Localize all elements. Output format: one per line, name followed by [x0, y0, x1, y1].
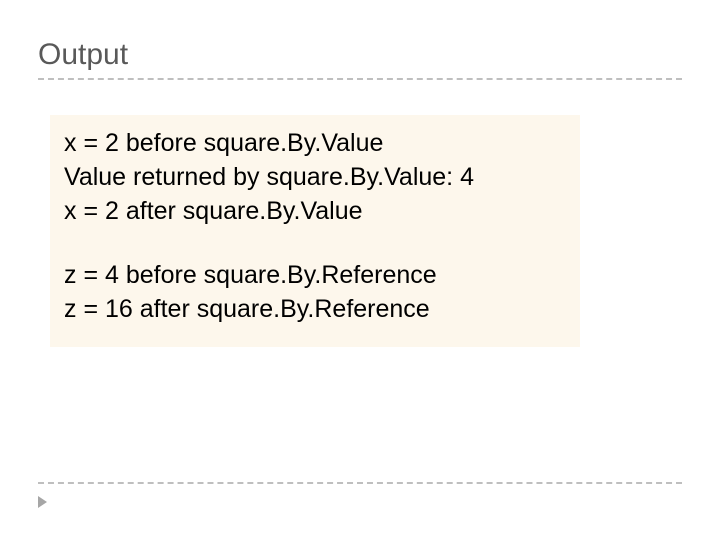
footer-divider [38, 482, 682, 484]
title-block: Output [38, 38, 682, 80]
slide: Output x = 2 before square.By.Value Valu… [0, 0, 720, 540]
output-line: z = 16 after square.By.Reference [64, 293, 566, 325]
output-line: x = 2 after square.By.Value [64, 195, 566, 227]
slide-title: Output [38, 38, 682, 78]
caret-icon [38, 496, 47, 508]
output-line: Value returned by square.By.Value: 4 [64, 161, 566, 193]
output-line: x = 2 before square.By.Value [64, 127, 566, 159]
output-line: z = 4 before square.By.Reference [64, 259, 566, 291]
title-divider [38, 78, 682, 80]
output-box: x = 2 before square.By.Value Value retur… [50, 115, 580, 347]
blank-line [64, 229, 566, 259]
